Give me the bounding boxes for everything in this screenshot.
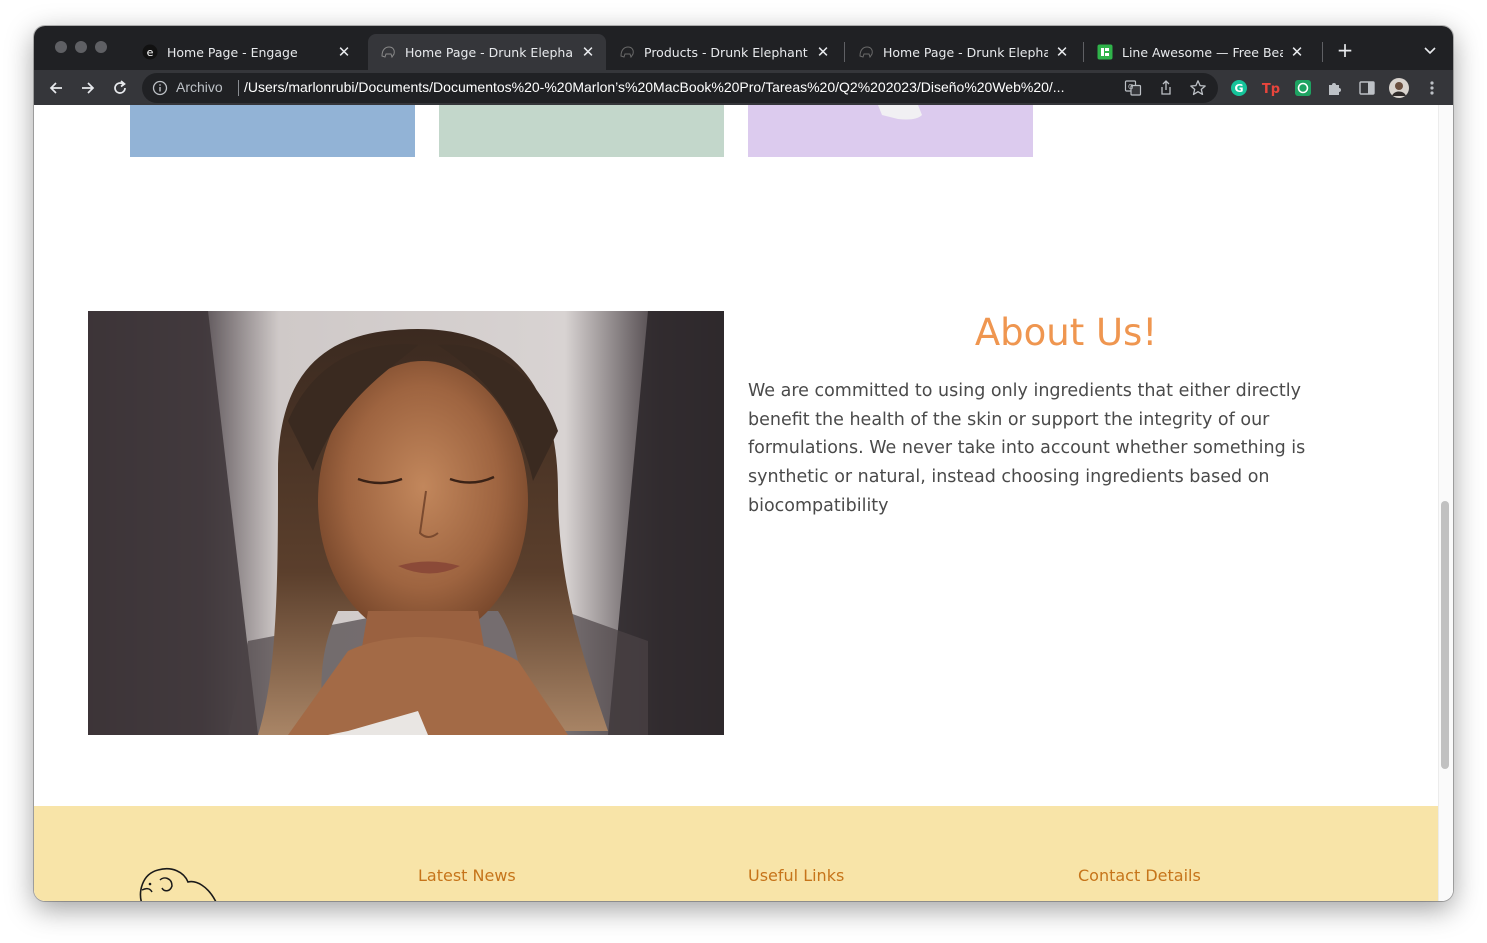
new-tab-button[interactable]: +	[1335, 38, 1355, 62]
address-divider	[238, 80, 239, 96]
product-card-green[interactable]	[439, 105, 724, 157]
tab-home-drunk-elephant[interactable]: Home Page - Drunk Elephant ✕	[368, 34, 606, 70]
info-icon[interactable]	[152, 80, 168, 96]
footer-heading-useful-links: Useful Links	[748, 866, 845, 885]
tab-home-engage[interactable]: e Home Page - Engage ✕	[130, 34, 362, 70]
tab-close-icon[interactable]: ✕	[1054, 43, 1070, 61]
product-card-lilac[interactable]	[748, 105, 1033, 157]
tab-title: Home Page - Drunk Elephant	[883, 44, 1048, 60]
svg-text:G: G	[1234, 82, 1243, 95]
zoom-window-button[interactable]	[95, 41, 107, 53]
tab-close-icon[interactable]: ✕	[1289, 43, 1305, 61]
tab-title: Home Page - Drunk Elephant	[405, 44, 574, 60]
forward-button[interactable]	[76, 76, 100, 100]
reload-button[interactable]	[108, 76, 132, 100]
reload-icon	[114, 80, 126, 94]
tab-separator	[1322, 42, 1323, 62]
about-photo	[88, 311, 724, 735]
footer-heading-latest-news: Latest News	[418, 866, 516, 885]
tab-home-drunk-elephant-2[interactable]: Home Page - Drunk Elephant ✕	[846, 34, 1080, 70]
url-text[interactable]: /Users/marlonrubi/Documents/Documentos%2…	[244, 79, 1124, 95]
back-button[interactable]	[44, 76, 68, 100]
elephant-icon	[619, 44, 635, 60]
scrollbar-thumb[interactable]	[1441, 501, 1449, 769]
profile-avatar[interactable]	[1389, 78, 1409, 98]
engage-e-icon: e	[142, 44, 158, 60]
elephant-logo-icon[interactable]	[136, 864, 220, 901]
site-footer: Latest News Useful Links Contact Details	[34, 806, 1438, 901]
green-extension-icon[interactable]	[1293, 78, 1313, 98]
browser-window: e Home Page - Engage ✕ Home Page - Drunk…	[34, 26, 1453, 901]
translate-icon[interactable]: G	[1124, 79, 1142, 97]
svg-text:Tp: Tp	[1262, 82, 1280, 97]
side-panel-icon[interactable]	[1357, 78, 1377, 98]
bookmark-star-icon[interactable]	[1189, 79, 1207, 97]
tab-title: Products - Drunk Elephant	[644, 44, 808, 60]
tab-search-chevron-icon[interactable]	[1420, 40, 1440, 60]
tab-products-drunk-elephant[interactable]: Products - Drunk Elephant ✕	[607, 34, 841, 70]
svg-text:e: e	[147, 46, 154, 59]
footer-heading-contact-details: Contact Details	[1078, 866, 1201, 885]
tab-bar: e Home Page - Engage ✕ Home Page - Drunk…	[34, 26, 1453, 70]
tab-title: Home Page - Engage	[167, 44, 298, 60]
tab-title: Line Awesome — Free Beautiful	[1122, 44, 1283, 60]
minimize-window-button[interactable]	[75, 41, 87, 53]
elephant-icon	[858, 44, 874, 60]
svg-text:G: G	[1128, 83, 1133, 91]
tab-line-awesome[interactable]: Line Awesome — Free Beautiful ✕	[1085, 34, 1315, 70]
arrow-right-icon	[82, 82, 95, 94]
share-icon[interactable]	[1157, 79, 1175, 97]
about-text: We are committed to using only ingredien…	[748, 381, 1306, 516]
browser-toolbar: Archivo /Users/marlonrubi/Documents/Docu…	[34, 70, 1453, 105]
close-window-button[interactable]	[55, 41, 67, 53]
address-bar[interactable]: Archivo /Users/marlonrubi/Documents/Docu…	[142, 73, 1218, 103]
product-card-blue[interactable]	[130, 105, 415, 157]
browser-menu-icon[interactable]	[1422, 78, 1442, 98]
tab-close-icon[interactable]: ✕	[580, 43, 596, 61]
product-bottle-tip	[878, 105, 922, 120]
security-label: Archivo	[176, 79, 223, 95]
page-viewport: About Us! We are committed to using only…	[34, 105, 1453, 901]
tab-close-icon[interactable]: ✕	[815, 43, 831, 61]
extensions-puzzle-icon[interactable]	[1325, 78, 1345, 98]
line-awesome-icon	[1097, 44, 1113, 60]
tab-separator	[844, 42, 845, 62]
elephant-icon	[380, 44, 396, 60]
arrow-left-icon	[49, 82, 62, 94]
grammarly-icon[interactable]: G	[1229, 78, 1249, 98]
tp-extension-icon[interactable]: Tp	[1261, 78, 1281, 98]
tab-separator	[1083, 42, 1084, 62]
about-title: About Us!	[974, 311, 1158, 354]
tab-close-icon[interactable]: ✕	[336, 43, 352, 61]
